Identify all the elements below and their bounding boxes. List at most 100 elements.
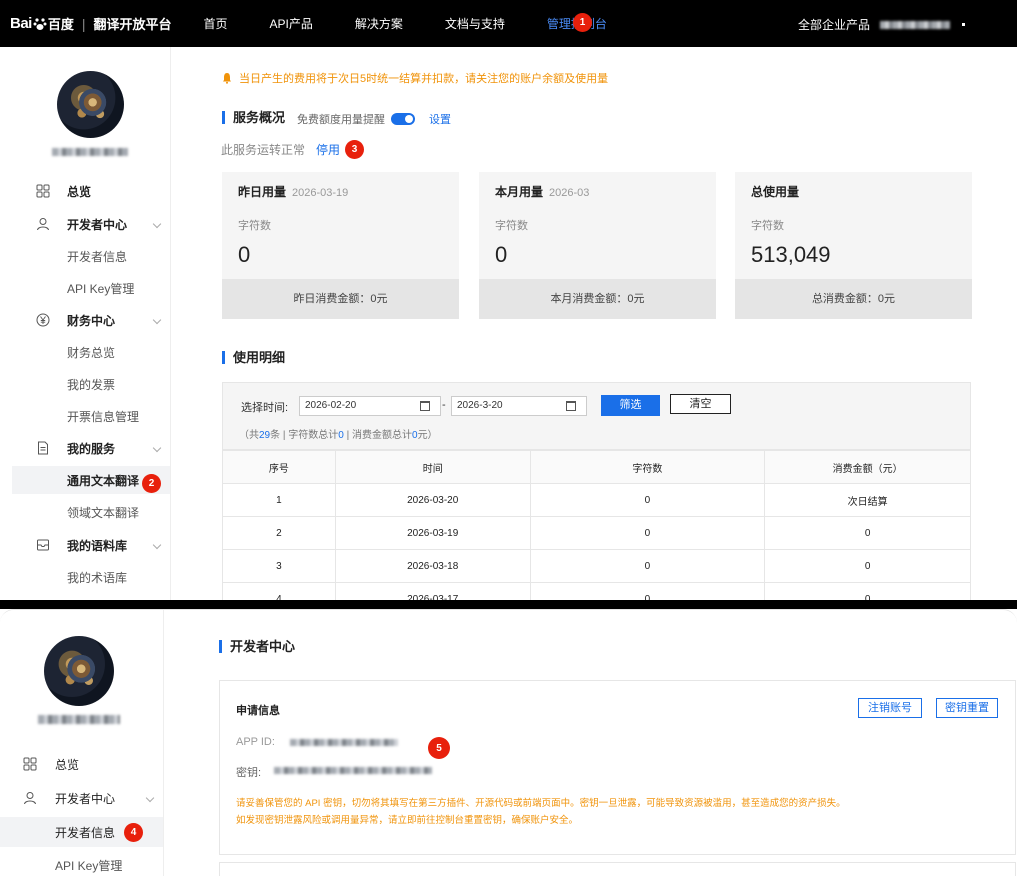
free-quota-reminder-toggle[interactable] <box>391 113 415 125</box>
start-date-input[interactable]: 2026-02-20 <box>299 396 441 416</box>
date-range-dash: - <box>442 399 446 411</box>
table-cell: 4 <box>222 582 336 600</box>
sidebar-item-overview[interactable]: 总览 <box>0 179 170 203</box>
redacted-app-id <box>290 739 398 746</box>
card-title-text: 昨日用量 <box>238 185 287 199</box>
grid-icon <box>36 184 50 198</box>
card-subtitle: 字符数 <box>495 220 528 232</box>
bell-icon <box>223 73 231 84</box>
stop-service-link[interactable]: 停用 <box>316 141 340 158</box>
start-date-value: 2026-02-20 <box>305 400 357 411</box>
end-date-value: 2026-3-20 <box>457 400 503 411</box>
sidebar-item-label: 总览 <box>55 757 80 772</box>
nav-api-products[interactable]: API产品 <box>270 15 313 32</box>
table-cell: 2026-03-19 <box>334 516 531 550</box>
key-safety-warning-1: 请妥善保管您的 API 密钥，切勿将其填写在第三方插件、开源代码或前端页面中。密… <box>236 798 846 809</box>
step-badge-4: 4 <box>124 823 143 842</box>
user-dropdown-dot[interactable] <box>962 23 965 26</box>
table-cell: 0 <box>529 582 766 600</box>
card-footer: 总消费金额：0元 <box>735 279 972 319</box>
table-cell: 0 <box>764 582 971 600</box>
usage-summary: （共29条 | 字符数总计0 | 消费金额总计0元） <box>239 426 438 441</box>
user-icon <box>24 792 36 805</box>
sidebar-item-my-corpus[interactable]: 我的语料库 <box>0 533 170 557</box>
calendar-icon[interactable] <box>566 401 576 411</box>
filter-button[interactable]: 筛选 <box>601 395 660 416</box>
step-badge-1: 1 <box>573 13 592 32</box>
sidebar-item-finance-center[interactable]: 财务中心 <box>0 308 170 332</box>
sidebar-item-label: 我的术语库 <box>67 570 128 585</box>
summary-suffix: 元） <box>417 430 438 441</box>
sidebar-item-label: 通用文本翻译 <box>67 473 140 488</box>
sidebar-item-label: 开发者中心 <box>55 791 116 806</box>
yen-icon <box>36 313 50 327</box>
grid-icon <box>23 757 37 771</box>
sidebar-item-api-key[interactable]: API Key管理 <box>0 853 163 876</box>
cancel-account-button[interactable]: 注销账号 <box>858 698 922 718</box>
panel-divider <box>0 600 1017 609</box>
clear-button[interactable]: 清空 <box>670 394 731 414</box>
redacted-account-name <box>52 148 128 156</box>
sidebar-item-label: 领域文本翻译 <box>67 505 140 520</box>
sidebar-item-my-termbase[interactable]: 我的术语库 <box>0 565 170 589</box>
end-date-input[interactable]: 2026-3-20 <box>451 396 587 416</box>
avatar[interactable] <box>57 71 124 138</box>
avatar[interactable] <box>44 636 114 706</box>
logo-baidu-text: 百度 <box>47 17 74 32</box>
logo-bai-text: Bai <box>10 15 32 32</box>
chevron-down-icon <box>152 315 162 325</box>
reset-key-button[interactable]: 密钥重置 <box>936 698 998 718</box>
card-title-text: 本月用量 <box>495 185 544 199</box>
application-info-title: 申请信息 <box>236 705 280 717</box>
sidebar-item-finance-overview[interactable]: 财务总览 <box>0 340 170 364</box>
sidebar-item-invoice-info[interactable]: 开票信息管理 <box>0 404 170 428</box>
developer-center-title-text: 开发者中心 <box>230 639 296 654</box>
baidu-translate-logo[interactable]: Bai 百度 | 翻译开放平台 <box>10 14 172 33</box>
usage-detail-table: 序号 时间 字符数 消费金额（元） 1 2026-03-20 0 次日结算 2 … <box>222 450 971 600</box>
paw-icon <box>33 17 47 30</box>
calendar-icon[interactable] <box>420 401 430 411</box>
sidebar-item-domain-text-translation[interactable]: 领域文本翻译 <box>0 500 170 524</box>
redacted-username[interactable] <box>880 20 950 29</box>
sidebar-item-overview[interactable]: 总览 <box>0 752 163 776</box>
sidebar-item-developer-center[interactable]: 开发者中心 <box>0 212 170 236</box>
service-overview-title-text: 服务概况 <box>233 110 286 125</box>
sidebar-item-developer-center[interactable]: 开发者中心 <box>0 786 163 810</box>
table-row: 1 2026-03-20 0 次日结算 <box>222 483 971 517</box>
all-enterprise-products-link[interactable]: 全部企业产品 <box>798 16 870 33</box>
developer-center-screen: 总览 开发者中心 开发者信息 4 API Key管理 开发者中心 申请信息 注销… <box>0 609 1017 876</box>
service-overview-title: 服务概况 <box>222 111 285 124</box>
table-cell: 0 <box>529 483 766 517</box>
nav-docs-support[interactable]: 文档与支持 <box>445 15 505 32</box>
console-overview-screen: Bai 百度 | 翻译开放平台 首页 API产品 解决方案 文档与支持 管理控制… <box>0 0 1017 600</box>
card-footer: 昨日消费金额：0元 <box>222 279 459 319</box>
key-safety-warning-2: 如发现密钥泄露风险或调用量异常，请立即前往控制台重置密钥，确保账户安全。 <box>236 815 579 826</box>
table-row: 2 2026-03-19 0 0 <box>222 516 971 550</box>
sidebar-item-developer-info[interactable]: 开发者信息 <box>0 244 170 268</box>
card-value: 0 <box>238 242 251 267</box>
card-date: 2026-03 <box>549 187 590 199</box>
nav-home[interactable]: 首页 <box>204 15 228 32</box>
sidebar-item-my-services[interactable]: 我的服务 <box>0 436 170 460</box>
sidebar-item-label: 开发者中心 <box>67 217 128 232</box>
chevron-down-icon <box>145 793 155 803</box>
sidebar-item-my-invoices[interactable]: 我的发票 <box>0 372 170 396</box>
step-badge-3: 3 <box>345 140 365 159</box>
sidebar-item-api-key[interactable]: API Key管理 <box>0 276 170 300</box>
nav-right: 全部企业产品 <box>798 16 965 33</box>
sidebar-item-developer-info[interactable]: 开发者信息 4 <box>0 817 163 847</box>
sidebar-item-general-text-translation[interactable]: 通用文本翻译 2 <box>12 466 170 494</box>
table-cell: 次日结算 <box>764 483 971 517</box>
settings-link[interactable]: 设置 <box>429 111 451 127</box>
sidebar-item-label: 开发者信息 <box>67 249 128 264</box>
next-panel-edge <box>219 862 1016 876</box>
inbox-icon <box>37 539 49 551</box>
nav-solutions[interactable]: 解决方案 <box>355 15 403 32</box>
column-header-chars: 字符数 <box>529 450 766 484</box>
billing-notice-text: 当日产生的费用将于次日5时统一结算并扣款，请关注您的账户余额及使用量 <box>239 73 609 85</box>
step-badge-2: 2 <box>142 474 161 493</box>
service-status-text: 此服务运转正常 <box>221 143 306 157</box>
developer-center-title: 开发者中心 <box>219 640 295 653</box>
column-header-amount: 消费金额（元） <box>764 450 971 484</box>
chevron-down-icon <box>152 219 162 229</box>
